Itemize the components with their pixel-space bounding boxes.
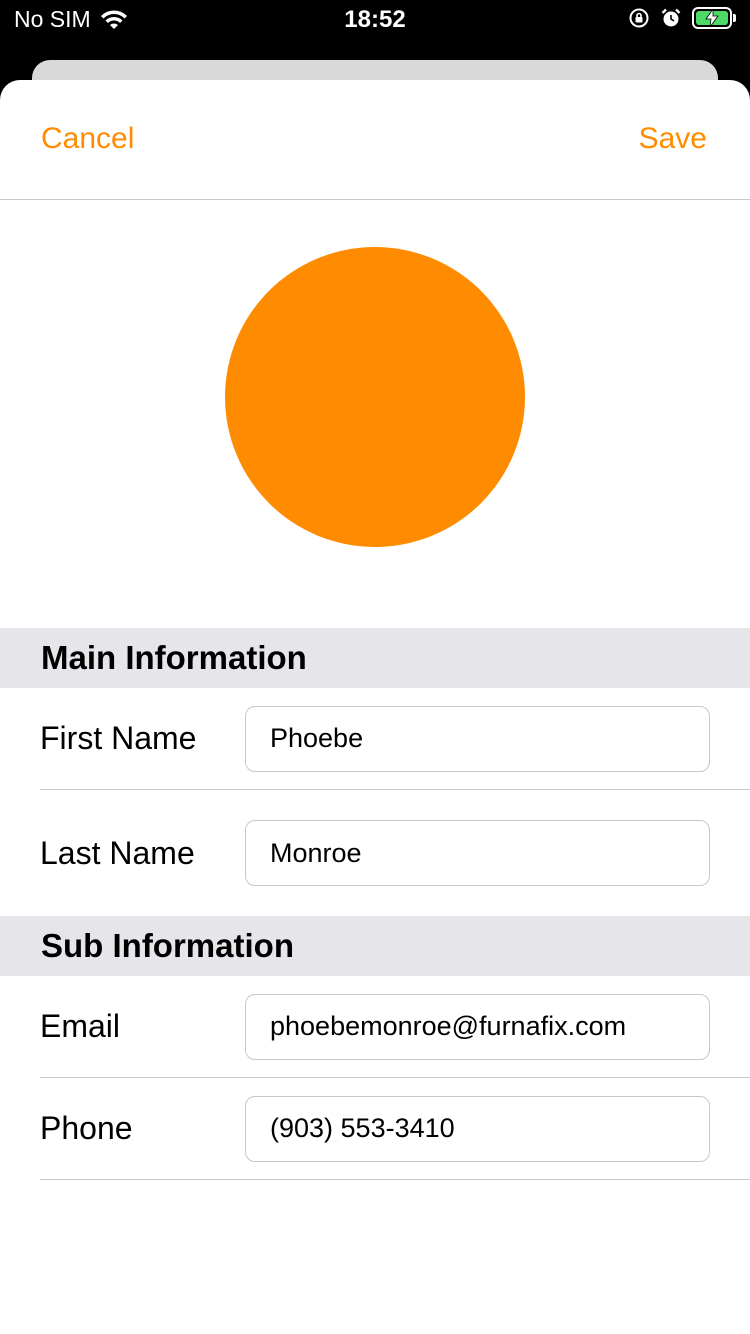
phone-field[interactable] (245, 1095, 710, 1162)
phone-row: Phone (40, 1078, 750, 1180)
status-bar: No SIM 18:52 (0, 0, 750, 42)
section-header-main: Main Information (0, 628, 750, 688)
avatar-section (0, 200, 750, 628)
email-label: Email (40, 1008, 121, 1044)
phone-label: Phone (40, 1110, 133, 1146)
alarm-icon (661, 8, 681, 27)
first-name-row: First Name (40, 688, 750, 790)
charging-bolt-icon (705, 9, 719, 27)
email-row: Email (40, 976, 750, 1078)
first-name-field[interactable] (245, 705, 710, 772)
navigation-bar: Cancel Save (0, 80, 750, 200)
last-name-row: Last Name (40, 790, 750, 916)
cancel-button[interactable]: Cancel (41, 122, 134, 156)
status-icons (628, 7, 736, 29)
avatar[interactable] (225, 247, 525, 547)
orientation-lock-icon (629, 8, 649, 28)
battery-icon (692, 7, 732, 29)
last-name-field[interactable] (245, 820, 710, 886)
save-button[interactable]: Save (639, 122, 707, 156)
email-field[interactable] (245, 993, 710, 1060)
edit-contact-sheet: Cancel Save Main Information First Name … (0, 80, 750, 1334)
last-name-label: Last Name (40, 834, 195, 871)
section-header-sub: Sub Information (0, 916, 750, 976)
first-name-label: First Name (40, 720, 197, 756)
